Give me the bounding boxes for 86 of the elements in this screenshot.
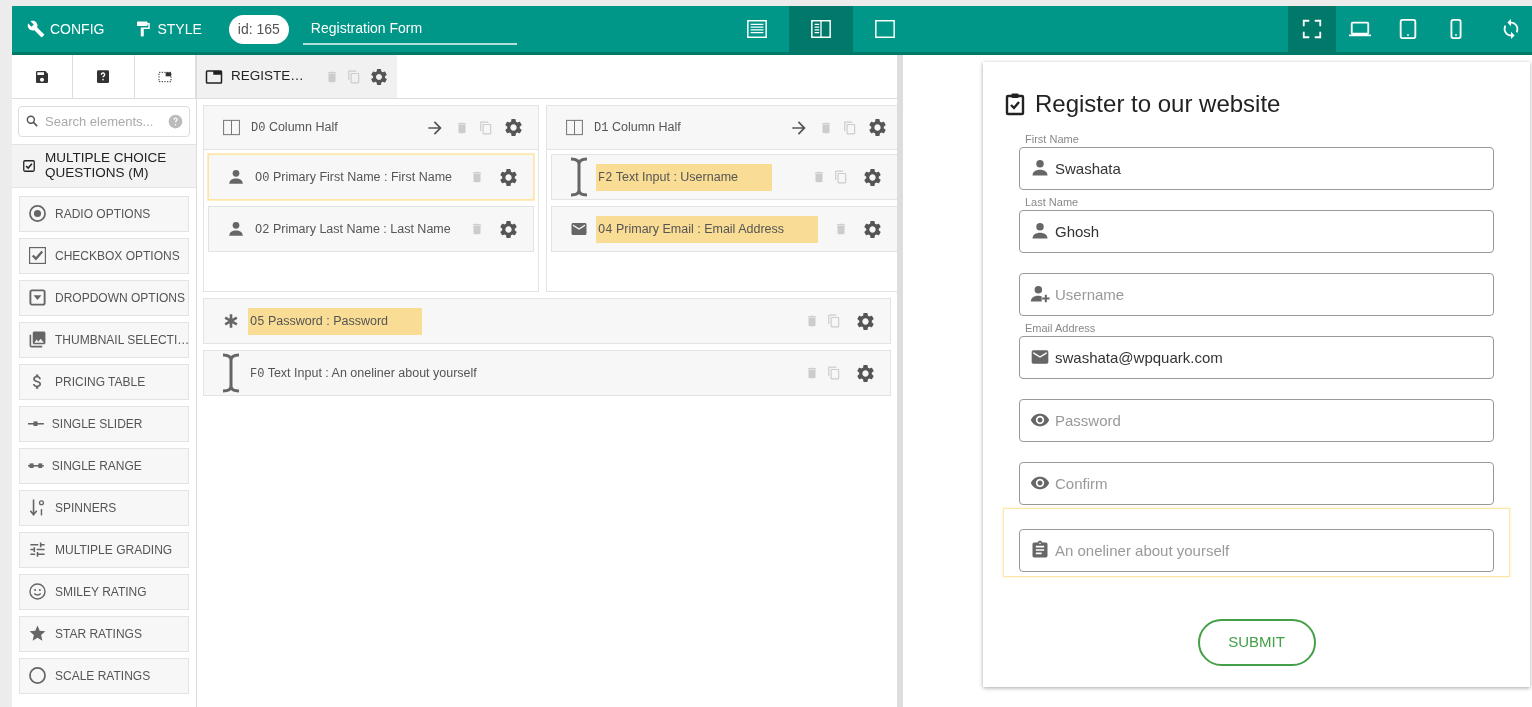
sort-icon [28, 498, 47, 518]
settings-icon[interactable] [855, 310, 876, 332]
element-button[interactable]: SINGLE SLIDER [19, 405, 189, 442]
save-icon [34, 68, 51, 85]
element-button[interactable]: SMILEY RATING [19, 573, 189, 610]
form-name-field[interactable]: Registration Form [302, 13, 517, 45]
help-icon [95, 68, 112, 85]
form-id-badge: id: 165 [228, 14, 289, 44]
input-field[interactable]: An oneliner about yourself [1019, 529, 1494, 572]
form-element-row[interactable]: O4 Primary Email : Email Address [551, 206, 899, 252]
user-icon [1030, 158, 1050, 178]
slider-icon [28, 420, 44, 427]
smiley-icon [28, 582, 47, 602]
settings-icon[interactable] [369, 66, 389, 87]
field-label: First Name [1024, 132, 1080, 147]
user-icon [1030, 221, 1050, 241]
tab-button[interactable]: CONFIG [12, 6, 120, 52]
column-title: D0 Column Half [251, 119, 338, 137]
circle-icon [28, 666, 47, 686]
field-label: Email Address [1024, 321, 1097, 336]
form-element-row[interactable]: F0 Text Input : An oneliner about yourself [203, 350, 891, 396]
dropdown-icon [28, 288, 47, 308]
element-label: O5 Password : Password [248, 307, 423, 335]
checkbox-icon [28, 246, 47, 266]
element-button[interactable]: CHECKBOX OPTIONS [19, 237, 189, 274]
element-button[interactable]: SPINNERS [19, 489, 189, 526]
text-cursor-icon [570, 157, 589, 197]
column-title: D1 Column Half [594, 119, 681, 137]
search-icon [25, 114, 39, 128]
images-icon [28, 330, 47, 350]
tab-title: REGISTE… [231, 67, 304, 86]
input-field[interactable]: Confirm [1019, 462, 1494, 505]
clipboard-icon [1030, 540, 1050, 560]
window-icon [205, 67, 223, 86]
input-field[interactable]: Swashata [1019, 147, 1494, 190]
element-label: F0 Text Input : An oneliner about yourself [249, 364, 478, 383]
element-label: O2 Primary Last Name : Last Name [254, 220, 452, 239]
asterisk-icon [222, 312, 240, 330]
input-field[interactable]: Username [1019, 273, 1494, 316]
form-title: Register to our website [1035, 89, 1281, 119]
input-field[interactable]: Ghosh [1019, 210, 1494, 253]
element-button[interactable]: SCALE RATINGS [19, 657, 189, 694]
field-label: Last Name [1024, 195, 1080, 210]
help-icon[interactable] [168, 114, 183, 129]
form-element-row[interactable]: O0 Primary First Name : First Name [208, 154, 535, 200]
element-button[interactable]: DROPDOWN OPTIONS [19, 279, 189, 316]
settings-icon[interactable] [855, 362, 876, 384]
element-button[interactable]: RADIO OPTIONS [19, 195, 189, 232]
text-cursor-icon [222, 353, 240, 393]
range-icon [28, 462, 44, 469]
columns-icon [565, 118, 585, 137]
user-icon [227, 168, 245, 186]
input-field[interactable]: Password [1019, 399, 1494, 442]
envelope-icon [1030, 347, 1050, 367]
element-button[interactable]: SINGLE RANGE [19, 447, 189, 484]
clipboard-check-icon [1003, 92, 1027, 116]
split-layout-icon [809, 18, 832, 40]
user-icon [227, 220, 245, 238]
element-label: O4 Primary Email : Email Address [596, 215, 819, 243]
form-element-row[interactable]: O5 Password : Password [203, 298, 891, 344]
element-button[interactable]: STAR RATINGS [19, 615, 189, 652]
fullscreen-icon [1301, 18, 1323, 40]
element-button[interactable]: MULTIPLE GRADING [19, 531, 189, 568]
list-layout-icon [745, 18, 768, 40]
tab-button[interactable]: STYLE [119, 6, 217, 52]
element-label: O0 Primary First Name : First Name [254, 168, 454, 187]
blank-layout-icon [873, 18, 896, 40]
sliders-icon [28, 540, 47, 560]
columns-icon [222, 118, 241, 137]
form-element-row[interactable]: O2 Primary Last Name : Last Name [208, 206, 535, 252]
device-button[interactable] [1288, 6, 1336, 52]
builder-tab[interactable]: REGISTE… [197, 55, 397, 98]
element-label: F2 Text Input : Username [596, 163, 772, 191]
tablet-icon [1397, 18, 1419, 40]
user-plus-icon [1030, 284, 1050, 304]
input-field[interactable]: swashata@wpquark.com [1019, 336, 1494, 379]
search-field[interactable]: Search elements... [18, 106, 190, 137]
checkbox-icon [22, 158, 36, 173]
element-button[interactable]: PRICING TABLE [19, 363, 189, 400]
envelope-icon [570, 220, 589, 238]
radio-icon [28, 204, 47, 224]
element-button[interactable]: THUMBNAIL SELECTI… [19, 321, 189, 358]
wrench-icon [27, 20, 45, 38]
layout-button[interactable] [788, 6, 853, 52]
form-element-row[interactable]: F2 Text Input : Username [551, 154, 899, 200]
paint-roller-icon [134, 20, 153, 38]
